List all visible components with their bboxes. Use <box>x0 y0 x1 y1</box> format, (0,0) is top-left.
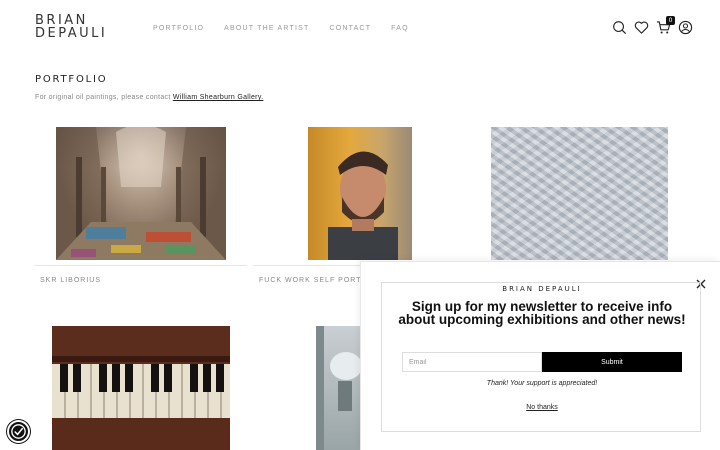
logo-line-2: DEPAULI <box>35 26 108 41</box>
main-nav: PORTFOLIO ABOUT THE ARTIST CONTACT FAQ <box>153 25 409 32</box>
thanks-message: Thank! Your support is appreciated! <box>486 380 598 387</box>
submit-button[interactable]: Submit <box>542 352 682 372</box>
painting-piano[interactable] <box>52 326 230 450</box>
site-header: BRIAN DEPAULI PORTFOLIO ABOUT THE ARTIST… <box>0 0 720 60</box>
email-field[interactable] <box>402 352 542 372</box>
caption-divider <box>253 265 360 266</box>
no-thanks-link[interactable]: No thanks <box>382 404 702 411</box>
search-icon[interactable] <box>612 20 627 35</box>
popup-brand: BRIAN DEPAULI <box>382 278 702 296</box>
page-title: PORTFOLIO <box>35 74 108 85</box>
painting-knit[interactable] <box>491 127 668 260</box>
intro-text: For original oil paintings, please conta… <box>35 94 173 101</box>
accessibility-button[interactable] <box>7 420 30 443</box>
user-icon[interactable] <box>678 20 693 35</box>
nav-faq[interactable]: FAQ <box>391 25 409 32</box>
popup-heading: Sign up for my newsletter to receive inf… <box>398 299 686 327</box>
cart-count-badge: 0 <box>666 16 675 25</box>
newsletter-popup: BRIAN DEPAULI Sign up for my newsletter … <box>360 261 720 450</box>
header-icons: 0 <box>612 16 693 35</box>
heart-icon[interactable] <box>634 20 649 35</box>
caption-skr-liborius[interactable]: SKR LIBORIUS <box>40 277 101 284</box>
accessibility-icon <box>9 422 28 441</box>
nav-contact[interactable]: CONTACT <box>329 25 371 32</box>
painting-partial[interactable] <box>316 326 360 450</box>
caption-divider <box>35 265 247 266</box>
site-logo[interactable]: BRIAN DEPAULI <box>35 14 107 40</box>
cart-icon[interactable]: 0 <box>656 16 675 35</box>
portfolio-intro: For original oil paintings, please conta… <box>35 94 263 101</box>
nav-about-the-artist[interactable]: ABOUT THE ARTIST <box>224 25 309 32</box>
popup-brand-text: BRIAN DEPAULI <box>494 285 590 293</box>
painting-self-portrait[interactable] <box>308 127 412 260</box>
gallery-link[interactable]: William Shearburn Gallery. <box>173 94 264 101</box>
nav-portfolio[interactable]: PORTFOLIO <box>153 25 204 32</box>
popup-frame: BRIAN DEPAULI Sign up for my newsletter … <box>381 282 701 432</box>
painting-skr-liborius[interactable] <box>56 127 226 260</box>
